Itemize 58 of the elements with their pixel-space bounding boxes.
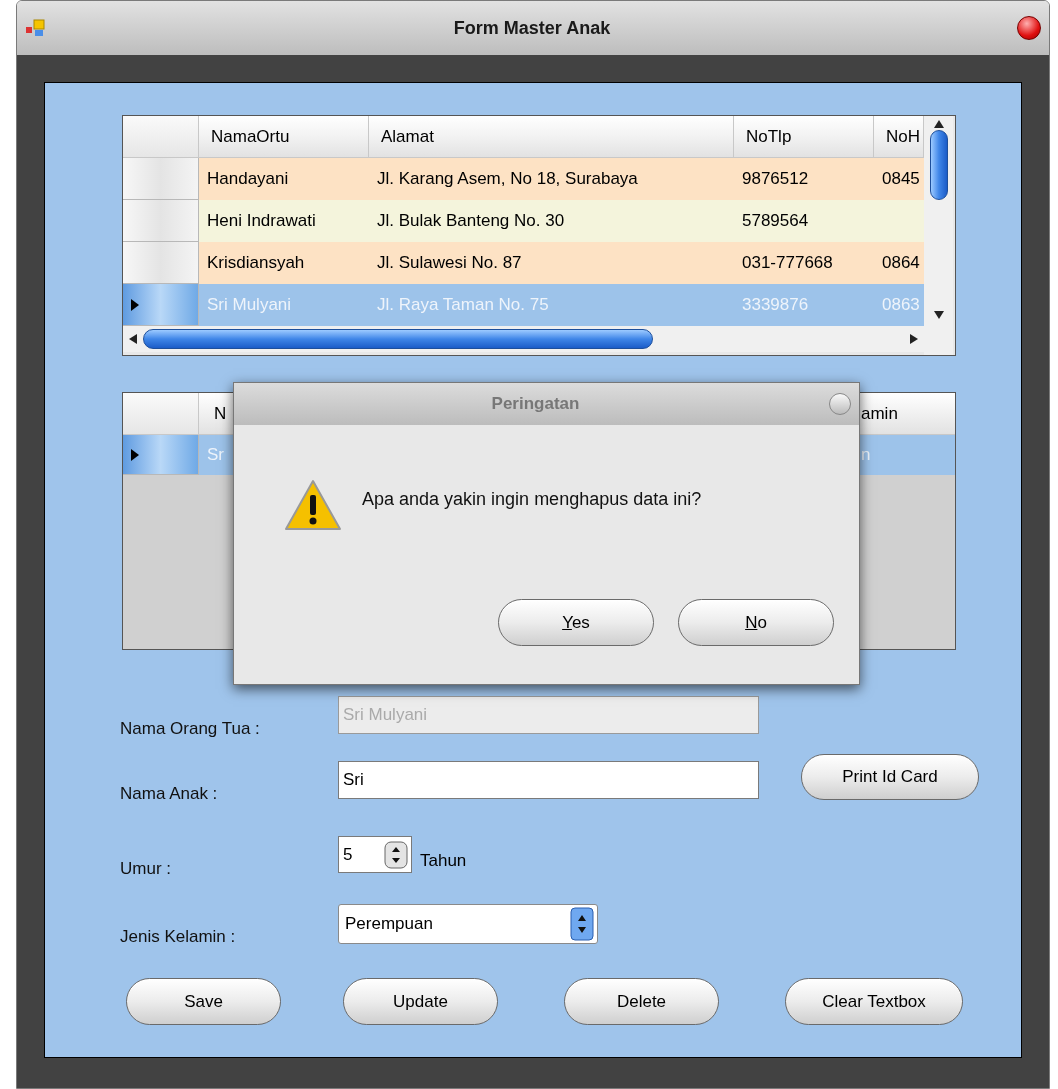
scroll-up-icon[interactable]	[933, 120, 944, 128]
column-header[interactable]: Alamat	[369, 116, 734, 158]
column-header[interactable]: NamaOrtu	[199, 116, 369, 158]
grid-row[interactable]: Krisdiansyah Jl. Sulawesi No. 87 031-777668 0864	[123, 242, 924, 284]
table-cell-text: Sri Mulyani	[207, 294, 292, 317]
table-cell-text: Krisdiansyah	[207, 252, 305, 275]
table-cell-text: n	[861, 444, 872, 467]
table-cell-text: Sr	[207, 444, 224, 467]
app-icon	[25, 18, 47, 38]
action-button[interactable]: Save	[126, 978, 281, 1025]
table-cell-text: Handayani	[207, 168, 289, 191]
horizontal-scrollbar[interactable]	[123, 326, 924, 352]
table-cell-text: 0863	[882, 294, 920, 317]
current-row-icon	[131, 448, 139, 461]
number-spinner[interactable]: 5	[338, 836, 412, 873]
table-cell-text: 9876512	[742, 168, 809, 191]
dropdown-arrows-icon[interactable]	[570, 907, 594, 941]
table-cell-text: 5789564	[742, 210, 809, 233]
column-header[interactable]: amin	[859, 393, 955, 435]
scroll-thumb[interactable]	[929, 130, 948, 200]
action-button[interactable]: Delete	[564, 978, 719, 1025]
print-id-card-button[interactable]: Print Id Card	[801, 754, 979, 800]
grid-row[interactable]: Handayani Jl. Karang Asem, No 18, Surabaya 9876512 0845	[123, 158, 924, 200]
dialog-message: Apa anda yakin ingin menghapus data ini?	[362, 487, 702, 511]
table-cell-text: 0864	[882, 252, 920, 275]
field-label: Jenis Kelamin :	[120, 926, 237, 948]
table-cell-text: Heni Indrawati	[207, 210, 316, 233]
vertical-scrollbar[interactable]	[924, 116, 953, 355]
column-header[interactable]: NoTlp	[734, 116, 874, 158]
table-cell-text: Jl. Bulak Banteng No. 30	[377, 210, 565, 233]
dialog-button[interactable]: No	[678, 599, 834, 646]
unit-label: Tahun	[420, 849, 467, 872]
scroll-thumb[interactable]	[143, 329, 653, 349]
table-cell-text: 3339876	[742, 294, 809, 317]
table-cell-text: Jl. Karang Asem, No 18, Surabaya	[377, 168, 638, 191]
dialog-button[interactable]: Yes	[498, 599, 654, 646]
grid-row[interactable]: Heni Indrawati Jl. Bulak Banteng No. 30 5789564	[123, 200, 924, 242]
column-header[interactable]: NoH	[874, 116, 924, 158]
close-button[interactable]	[1017, 16, 1041, 40]
warning-icon	[284, 479, 342, 531]
field-label: Nama Anak :	[120, 783, 219, 805]
table-cell-text: Jl. Sulawesi No. 87	[377, 252, 522, 275]
spin-arrows-icon[interactable]	[384, 840, 408, 869]
window-title: Form Master Anak	[453, 17, 611, 38]
action-button[interactable]: Update	[343, 978, 498, 1025]
table-cell-text: 031-777668	[742, 252, 833, 275]
action-button[interactable]: Clear Textbox	[785, 978, 963, 1025]
scroll-right-icon[interactable]	[910, 334, 918, 344]
current-row-icon	[131, 298, 139, 311]
text-field[interactable]: Sri	[338, 761, 759, 799]
field-label: Nama Orang Tua :	[120, 718, 261, 740]
scroll-down-icon[interactable]	[933, 311, 944, 319]
table-cell-text: 0845	[882, 168, 920, 191]
table-cell-text: Jl. Raya Taman No. 75	[377, 294, 549, 317]
dropdown[interactable]: Perempuan	[338, 904, 598, 944]
scroll-left-icon[interactable]	[129, 334, 137, 344]
dialog-title: Peringatan	[491, 394, 580, 414]
field-label: Umur :	[120, 858, 172, 880]
